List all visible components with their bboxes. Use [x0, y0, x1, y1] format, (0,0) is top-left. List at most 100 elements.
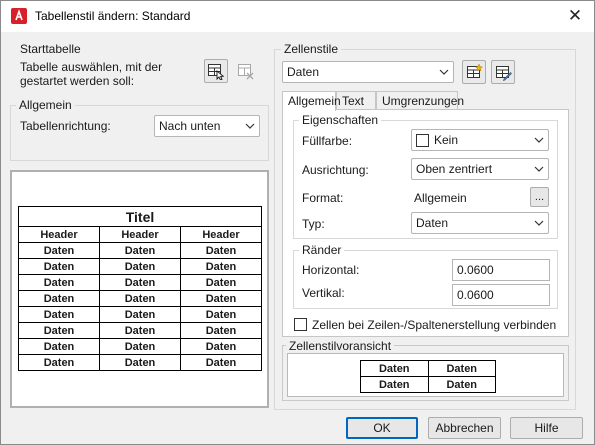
- margins-group-label: Ränder: [299, 243, 345, 257]
- table-preview-cell: Daten: [180, 338, 262, 355]
- horizontal-margin-label: Horizontal:: [302, 263, 360, 277]
- table-preview: Titel Header Header Header Daten Daten D…: [18, 206, 262, 371]
- manage-cell-styles-button[interactable]: [491, 60, 515, 84]
- cell-preview-cell: Daten: [360, 360, 429, 377]
- title-bar: Tabellenstil ändern: Standard ✕: [1, 1, 594, 32]
- chevron-down-icon: [530, 159, 548, 179]
- table-preview-title: Titel: [18, 206, 262, 227]
- format-value: Allgemein: [414, 191, 467, 205]
- merge-cells-checkbox[interactable]: [294, 318, 307, 331]
- vertical-margin-label: Vertikal:: [302, 286, 345, 300]
- fill-color-value: Kein: [434, 133, 459, 147]
- table-direction-value: Nach unten: [159, 119, 221, 133]
- table-preview-cell: Daten: [18, 242, 100, 259]
- alignment-value: Oben zentriert: [416, 162, 493, 176]
- start-table-prompt-line1: Tabelle auswählen, mit der: [20, 60, 163, 74]
- tab-text[interactable]: Text: [336, 91, 376, 110]
- properties-group-label: Eigenschaften: [299, 113, 382, 127]
- table-preview-cell: Daten: [180, 354, 262, 371]
- autocad-app-icon: [11, 8, 27, 24]
- select-table-icon: [208, 64, 225, 80]
- fill-color-select[interactable]: Kein: [411, 129, 549, 151]
- table-preview-cell: Daten: [18, 322, 100, 339]
- alignment-label: Ausrichtung:: [302, 163, 369, 177]
- select-table-button[interactable]: [204, 59, 228, 83]
- color-swatch-icon: [416, 133, 429, 147]
- fill-color-label: Füllfarbe:: [302, 134, 353, 148]
- table-preview-cell: Daten: [18, 354, 100, 371]
- table-preview-cell: Daten: [180, 322, 262, 339]
- tab-borders[interactable]: Umgrenzungen: [376, 91, 464, 110]
- table-preview-header-row: Header Header Header: [18, 226, 262, 243]
- table-preview-cell: Daten: [99, 290, 181, 307]
- manage-styles-icon: [496, 66, 512, 81]
- type-select[interactable]: Daten: [411, 212, 549, 234]
- type-label: Typ:: [302, 217, 325, 231]
- close-button[interactable]: ✕: [562, 4, 588, 28]
- table-preview-header: Header: [18, 226, 100, 243]
- format-browse-button[interactable]: ...: [530, 187, 549, 207]
- table-preview-cell: Daten: [99, 258, 181, 275]
- window-title: Tabellenstil ändern: Standard: [35, 9, 191, 23]
- type-value: Daten: [416, 216, 449, 230]
- table-preview-cell: Daten: [180, 290, 262, 307]
- cell-style-select[interactable]: Daten: [282, 61, 454, 83]
- chevron-down-icon: [530, 213, 548, 233]
- table-preview-cell: Daten: [18, 290, 100, 307]
- table-preview-row: Daten Daten Daten: [18, 322, 262, 339]
- vertical-margin-input[interactable]: 0.0600: [452, 284, 550, 306]
- table-preview-header: Header: [99, 226, 181, 243]
- table-preview-row: Daten Daten Daten: [18, 258, 262, 275]
- cell-preview-row: Daten Daten: [360, 376, 496, 393]
- start-table-group-label: Starttabelle: [20, 42, 81, 56]
- table-preview-row: Daten Daten Daten: [18, 274, 262, 291]
- table-preview-cell: Daten: [99, 274, 181, 291]
- table-preview-cell: Daten: [18, 274, 100, 291]
- merge-cells-label[interactable]: Zellen bei Zeilen-/Spaltenerstellung ver…: [312, 318, 556, 332]
- table-preview-row: Daten Daten Daten: [18, 306, 262, 323]
- cell-style-preview-table: Daten Daten Daten Daten: [360, 360, 496, 393]
- ok-button-label: OK: [373, 421, 391, 435]
- table-preview-cell: Daten: [18, 258, 100, 275]
- table-preview-cell: Daten: [99, 306, 181, 323]
- ellipsis-icon: ...: [534, 191, 545, 203]
- cell-preview-row: Daten Daten: [360, 360, 496, 377]
- cell-style-value: Daten: [287, 65, 320, 79]
- table-preview-row: Daten Daten Daten: [18, 242, 262, 259]
- table-preview-cell: Daten: [180, 258, 262, 275]
- table-preview-row: Daten Daten Daten: [18, 338, 262, 355]
- cell-preview-cell: Daten: [360, 376, 429, 393]
- new-style-icon: [467, 63, 483, 78]
- cell-style-preview-label: Zellenstilvoransicht: [286, 339, 395, 353]
- cell-style-preview-canvas: Daten Daten Daten Daten: [287, 353, 564, 397]
- ok-button[interactable]: OK: [346, 417, 418, 439]
- table-preview-row: Daten Daten Daten: [18, 354, 262, 371]
- chevron-down-icon: [530, 130, 548, 150]
- start-table-prompt-line2: gestartet werden soll:: [20, 74, 135, 88]
- chevron-down-icon: [435, 62, 453, 82]
- close-icon: ✕: [567, 6, 583, 25]
- table-preview-cell: Daten: [180, 242, 262, 259]
- table-direction-select[interactable]: Nach unten: [154, 115, 260, 137]
- table-preview-panel: Titel Header Header Header Daten Daten D…: [10, 170, 269, 408]
- remove-start-table-button[interactable]: [234, 59, 258, 83]
- table-preview-cell: Daten: [18, 306, 100, 323]
- delete-table-icon: [238, 64, 254, 80]
- tab-general[interactable]: Allgemein: [282, 91, 341, 111]
- table-preview-cell: Daten: [99, 354, 181, 371]
- cancel-button[interactable]: Abbrechen: [428, 417, 501, 439]
- table-preview-cell: Daten: [180, 306, 262, 323]
- alignment-select[interactable]: Oben zentriert: [411, 158, 549, 180]
- help-button[interactable]: Hilfe: [510, 417, 583, 439]
- table-preview-cell: Daten: [99, 338, 181, 355]
- table-preview-cell: Daten: [99, 242, 181, 259]
- horizontal-margin-input[interactable]: 0.0600: [452, 259, 550, 281]
- cancel-button-label: Abbrechen: [435, 421, 494, 435]
- table-preview-cell: Daten: [180, 274, 262, 291]
- table-preview-row: Daten Daten Daten: [18, 290, 262, 307]
- table-preview-cell: Daten: [99, 322, 181, 339]
- table-preview-header: Header: [180, 226, 262, 243]
- new-cell-style-button[interactable]: [462, 60, 486, 84]
- dialog-window: Tabellenstil ändern: Standard ✕ Starttab…: [0, 0, 595, 445]
- help-button-label: Hilfe: [534, 421, 559, 435]
